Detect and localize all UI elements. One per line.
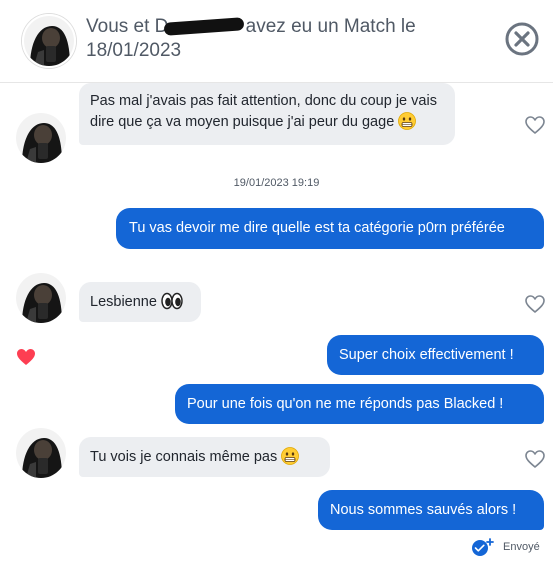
sender-avatar[interactable] [16, 273, 66, 323]
message-text: Lesbienne [90, 294, 157, 310]
incoming-message[interactable]: Pas mal j'avais pas fait attention, donc… [79, 83, 455, 145]
grimace-emoji-icon [398, 112, 417, 137]
incoming-message[interactable]: Tu vois je connais même pas [79, 437, 330, 477]
delivery-status-label: Envoyé [503, 541, 540, 553]
eyes-emoji-icon [161, 292, 183, 317]
message-text: Tu vas devoir me dire quelle est ta caté… [129, 220, 505, 236]
like-heart-icon[interactable] [525, 116, 545, 134]
sender-avatar[interactable] [16, 113, 66, 163]
outgoing-message[interactable]: Tu vas devoir me dire quelle est ta caté… [116, 208, 544, 249]
like-heart-icon[interactable] [525, 450, 545, 468]
incoming-message[interactable]: Lesbienne [79, 282, 201, 322]
outgoing-message[interactable]: Super choix effectivement ! [327, 335, 544, 375]
close-icon[interactable] [505, 22, 539, 56]
message-timestamp: 19/01/2023 19:19 [233, 177, 320, 189]
message-text: Super choix effectivement ! [339, 347, 514, 363]
message-text: Pas mal j'avais pas fait attention, donc… [90, 93, 437, 130]
liked-heart-icon[interactable] [16, 348, 36, 366]
match-title: Vous et D avez eu un Match le 18/01/2023 [86, 15, 446, 63]
outgoing-message[interactable]: Pour une fois qu'on ne me réponds pas Bl… [175, 384, 544, 424]
redaction-mark [164, 17, 245, 37]
message-text: Tu vois je connais même pas [90, 449, 278, 465]
like-heart-icon[interactable] [525, 295, 545, 313]
grimace-emoji-icon [281, 447, 300, 472]
message-text: Nous sommes sauvés alors ! [330, 502, 517, 518]
match-title-text-start: Vous et D [86, 16, 169, 37]
delivered-check-icon [470, 537, 496, 557]
outgoing-message[interactable]: Nous sommes sauvés alors ! [318, 490, 544, 530]
match-avatar[interactable] [22, 14, 76, 68]
message-text: Pour une fois qu'on ne me réponds pas Bl… [187, 396, 504, 412]
chat-header: Vous et D avez eu un Match le 18/01/2023 [0, 0, 553, 83]
sender-avatar[interactable] [16, 428, 66, 478]
